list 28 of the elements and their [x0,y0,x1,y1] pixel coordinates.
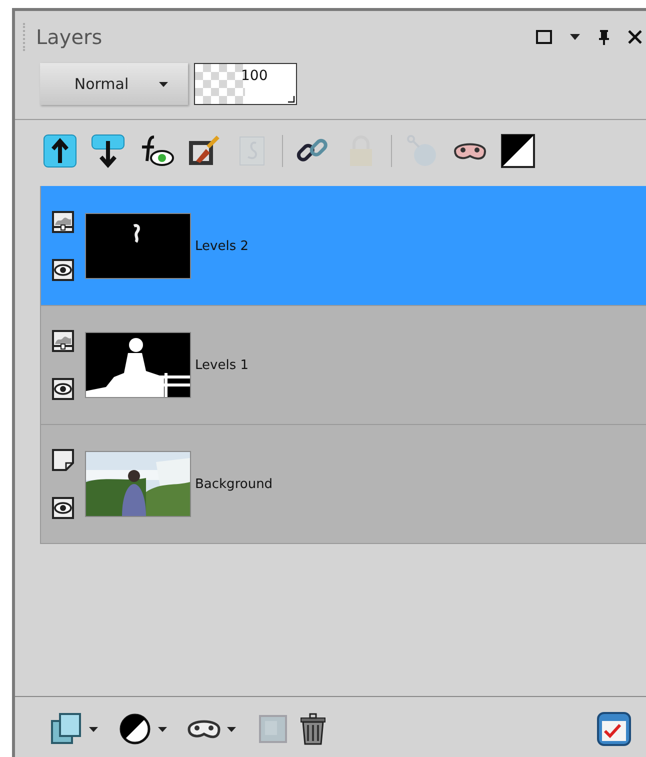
pin-icon[interactable] [598,29,610,45]
layer-name: Levels 1 [195,358,248,372]
eye-icon[interactable] [52,378,74,400]
caret-icon[interactable] [227,726,236,732]
caret-icon[interactable] [158,726,167,732]
arrow-down-icon[interactable] [90,133,126,169]
maximize-icon[interactable] [536,30,552,44]
raster-layer-icon [52,449,74,471]
layer-name: Levels 2 [195,238,248,254]
resize-corner-icon [287,95,295,103]
contrast-circle-icon[interactable] [118,712,152,746]
new-layer-icon[interactable] [49,712,83,746]
layer-row[interactable]: Levels 2 [41,186,646,305]
adjustment-layer-icon [52,211,74,233]
properties-icon[interactable] [596,711,632,747]
adjustment-layer-icon [52,330,74,352]
opacity-field[interactable]: 100 [194,63,297,105]
contrast-icon[interactable] [500,133,536,169]
caret-icon[interactable] [89,726,98,732]
eye-icon[interactable] [52,259,74,281]
eye-icon[interactable] [52,497,74,519]
panel-title: Layers [36,25,102,49]
caret-icon [158,82,168,86]
close-icon[interactable] [628,30,642,44]
caret-icon[interactable] [570,34,580,40]
layer-name: Background [195,476,273,492]
blend-mode-dropdown[interactable]: Normal [40,63,188,105]
arrow-up-icon[interactable] [42,133,78,169]
